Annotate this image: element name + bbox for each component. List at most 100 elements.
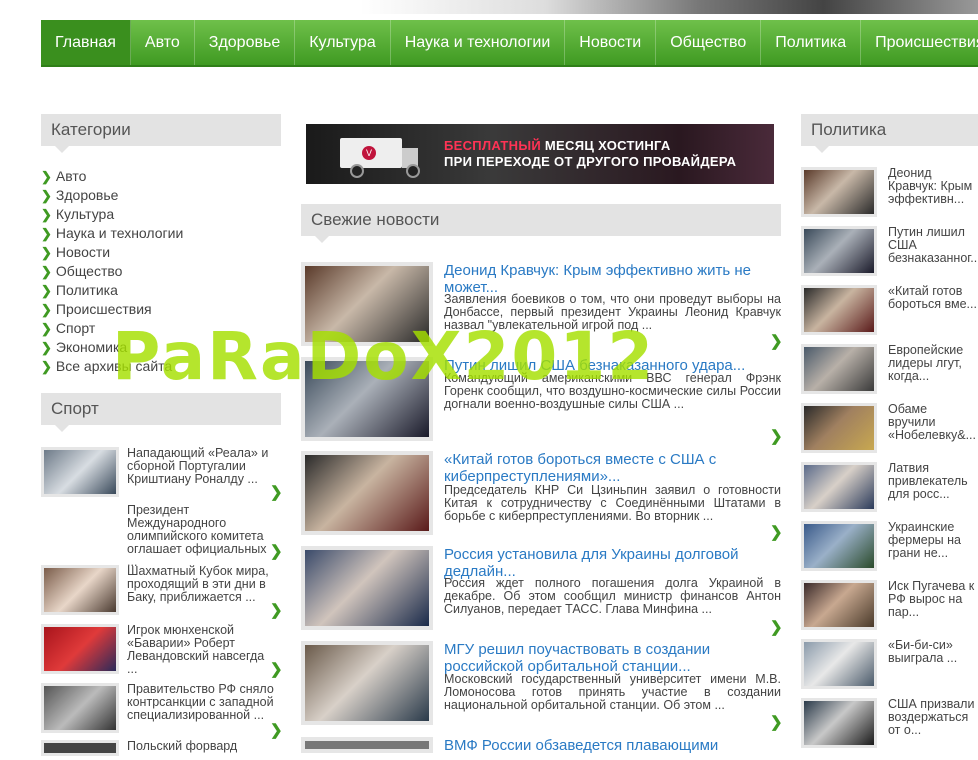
chevron-right-icon: ❯: [41, 207, 52, 222]
sport-list-item[interactable]: Правительство РФ сняло контрсанкции с за…: [41, 683, 283, 739]
politics-item-text[interactable]: Путин лишил США безнаказанног...: [888, 226, 978, 265]
chevron-right-icon: ❯: [41, 321, 52, 336]
news-title-link[interactable]: ВМФ России обзаведется плавающими: [444, 737, 774, 754]
nav-politics[interactable]: Политика: [761, 20, 862, 65]
news-thumbnail[interactable]: [301, 451, 433, 535]
news-item: МГУ решил поучаствовать в создании росси…: [301, 641, 783, 731]
sport-list-item[interactable]: Игрок мюнхенской «Баварии» Роберт Леванд…: [41, 624, 283, 679]
chevron-right-icon[interactable]: ❯: [270, 483, 283, 501]
chevron-right-icon[interactable]: ❯: [270, 721, 283, 739]
politics-item-text[interactable]: «Китай готов бороться вме...: [888, 285, 978, 311]
news-thumbnail[interactable]: [301, 546, 433, 630]
news-excerpt: Россия ждет полного погашения долга Укра…: [444, 576, 781, 616]
politics-item-text[interactable]: США призвали воздержаться от о...: [888, 698, 978, 737]
chevron-right-icon: ❯: [41, 245, 52, 260]
categories-heading: Категории: [41, 114, 281, 153]
news-title-link[interactable]: Россия установила для Украины долговой д…: [444, 546, 774, 580]
nav-news[interactable]: Новости: [565, 20, 657, 65]
news-thumbnail[interactable]: [301, 641, 433, 725]
politics-thumbnail[interactable]: [801, 344, 877, 394]
brand-logo-icon: V: [362, 146, 376, 160]
chevron-right-icon: ❯: [41, 188, 52, 203]
nav-health[interactable]: Здоровье: [195, 20, 296, 65]
politics-thumbnail[interactable]: [801, 167, 877, 217]
chevron-right-icon[interactable]: ❯: [770, 713, 783, 731]
politics-thumbnail[interactable]: [801, 226, 877, 276]
category-item[interactable]: ❯ Здоровье: [41, 186, 183, 205]
politics-item-text[interactable]: Деонид Кравчук: Крым эффективн...: [888, 167, 978, 206]
sport-thumbnail[interactable]: [41, 447, 119, 497]
hosting-banner[interactable]: V БЕСПЛАТНЫЙ МЕСЯЦ ХОСТИНГА ПРИ ПЕРЕХОДЕ…: [306, 124, 774, 184]
chevron-right-icon[interactable]: ❯: [770, 523, 783, 541]
news-item: Россия установила для Украины долговой д…: [301, 546, 783, 636]
nav-society[interactable]: Общество: [656, 20, 762, 65]
fresh-news-heading: Свежие новости: [301, 204, 781, 243]
politics-item-text[interactable]: Украинские фермеры на грани не...: [888, 521, 978, 560]
chevron-right-icon[interactable]: ❯: [270, 542, 283, 560]
nav-home[interactable]: Главная: [41, 20, 131, 65]
nav-culture[interactable]: Культура: [295, 20, 391, 65]
chevron-right-icon: ❯: [41, 283, 52, 298]
sport-item-text[interactable]: Игрок мюнхенской «Баварии» Роберт Леванд…: [127, 624, 277, 676]
category-item[interactable]: ❯ Новости: [41, 243, 183, 262]
chevron-right-icon: ❯: [41, 359, 52, 374]
main-nav: Главная Авто Здоровье Культура Наука и т…: [41, 20, 978, 67]
chevron-right-icon[interactable]: ❯: [770, 427, 783, 445]
nav-science[interactable]: Наука и технологии: [391, 20, 566, 65]
sport-thumbnail[interactable]: [41, 624, 119, 674]
news-item: «Китай готов бороться вместе с США с киб…: [301, 451, 783, 541]
chevron-right-icon: ❯: [41, 169, 52, 184]
news-excerpt: Московский государственный университет и…: [444, 672, 781, 712]
sport-item-text[interactable]: Нападающий «Реала» и сборной Португалии …: [127, 447, 277, 486]
news-item: ВМФ России обзаведется плавающими: [301, 737, 781, 754]
politics-item-text[interactable]: Европейские лидеры лгут, когда...: [888, 344, 978, 383]
sport-list-item[interactable]: Президент Международного олимпийского ко…: [41, 504, 283, 569]
sport-list-item[interactable]: Нападающий «Реала» и сборной Португалии …: [41, 447, 283, 502]
sport-list-item[interactable]: Польский форвард: [41, 740, 281, 760]
category-item[interactable]: ❯ Общество: [41, 262, 183, 281]
news-title-link[interactable]: Деонид Кравчук: Крым эффективно жить не …: [444, 262, 774, 296]
politics-thumbnail[interactable]: [801, 521, 877, 571]
chevron-right-icon[interactable]: ❯: [770, 618, 783, 636]
sport-heading: Спорт: [41, 393, 281, 432]
politics-thumbnail[interactable]: [801, 285, 877, 335]
politics-thumbnail[interactable]: [801, 698, 877, 748]
chevron-right-icon[interactable]: ❯: [770, 332, 783, 350]
news-title-link[interactable]: МГУ решил поучаствовать в создании росси…: [444, 641, 774, 675]
sport-thumbnail[interactable]: [41, 740, 119, 756]
chevron-right-icon: ❯: [41, 340, 52, 355]
category-item[interactable]: ❯ Наука и технологии: [41, 224, 183, 243]
news-thumbnail[interactable]: [301, 737, 433, 753]
banner-text: БЕСПЛАТНЫЙ МЕСЯЦ ХОСТИНГА ПРИ ПЕРЕХОДЕ О…: [444, 138, 737, 169]
category-item[interactable]: ❯ Происшествия: [41, 300, 183, 319]
politics-item-text[interactable]: Обаме вручили «Нобелевку&...: [888, 403, 978, 442]
sport-item-text[interactable]: Шахматный Кубок мира, проходящий в эти д…: [127, 565, 277, 604]
news-title-link[interactable]: «Китай готов бороться вместе с США с киб…: [444, 451, 774, 485]
sport-item-text[interactable]: Польский форвард: [127, 740, 277, 753]
politics-thumbnail[interactable]: [801, 403, 877, 453]
chevron-right-icon: ❯: [41, 264, 52, 279]
news-excerpt: Председатель КНР Си Цзиньпин заявил о го…: [444, 483, 781, 523]
sport-thumbnail[interactable]: [41, 565, 119, 615]
chevron-right-icon[interactable]: ❯: [270, 660, 283, 678]
header-decoration: [360, 0, 978, 14]
nav-incidents[interactable]: Происшествия: [861, 20, 978, 65]
politics-heading: Политика: [801, 114, 978, 153]
politics-item-text[interactable]: «Би-би-си» выиграла ...: [888, 639, 978, 665]
sport-item-text[interactable]: Правительство РФ сняло контрсанкции с за…: [127, 683, 277, 722]
category-item[interactable]: ❯ Культура: [41, 205, 183, 224]
category-item[interactable]: ❯ Политика: [41, 281, 183, 300]
sport-thumbnail[interactable]: [41, 683, 119, 733]
politics-thumbnail[interactable]: [801, 462, 877, 512]
sport-item-text[interactable]: Президент Международного олимпийского ко…: [127, 504, 277, 569]
politics-item-text[interactable]: Иск Пугачева к РФ вырос на пар...: [888, 580, 978, 619]
chevron-right-icon: ❯: [41, 226, 52, 241]
nav-auto[interactable]: Авто: [131, 20, 195, 65]
politics-thumbnail[interactable]: [801, 639, 877, 689]
politics-item-text[interactable]: Латвия привлекатель для росс...: [888, 462, 978, 501]
category-item[interactable]: ❯ Авто: [41, 167, 183, 186]
politics-thumbnail[interactable]: [801, 580, 877, 630]
chevron-right-icon[interactable]: ❯: [270, 601, 283, 619]
sport-list-item[interactable]: Шахматный Кубок мира, проходящий в эти д…: [41, 565, 283, 620]
truck-icon: V: [340, 138, 418, 168]
